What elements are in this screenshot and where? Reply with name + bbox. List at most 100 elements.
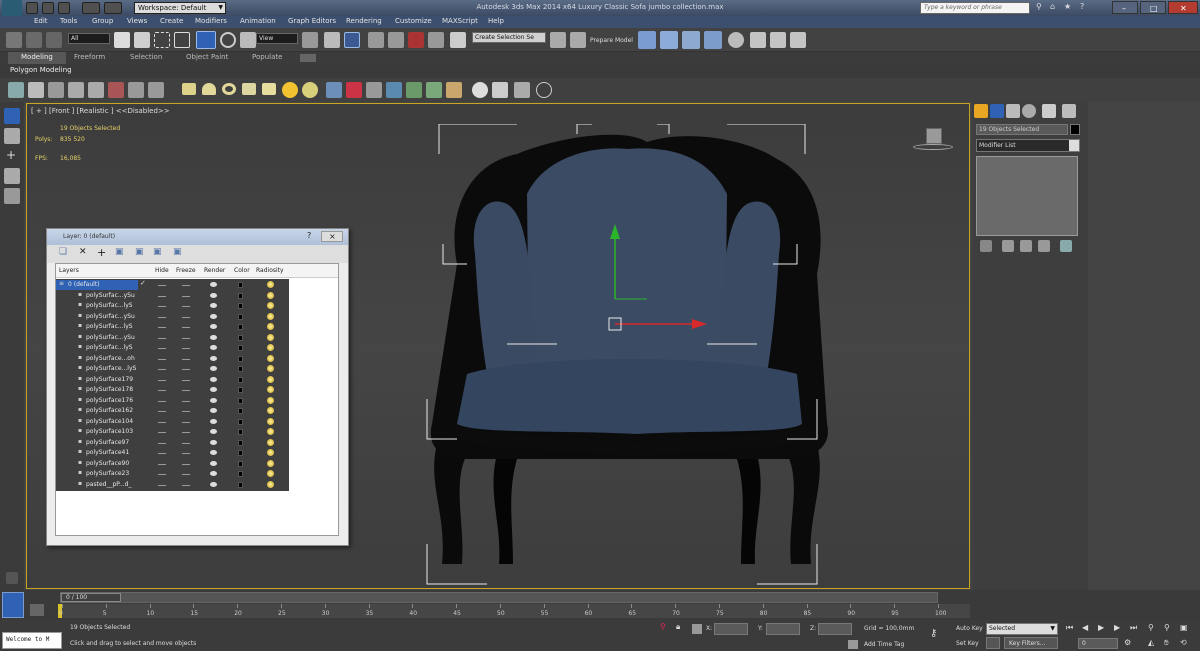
object-name[interactable]: polySurface23 (86, 470, 129, 477)
exposure-icon[interactable] (128, 82, 144, 98)
close-button[interactable]: ✕ (1168, 1, 1198, 14)
help-icon[interactable]: ? (1080, 3, 1084, 11)
tab-selection[interactable]: Selection (130, 54, 162, 61)
radiosity-bulb-icon[interactable] (267, 470, 274, 477)
freeze-toggle[interactable] (182, 295, 190, 297)
layer-row[interactable]: ▪ polySurface...oh (56, 354, 289, 365)
render-teapot-icon[interactable] (210, 313, 217, 319)
freeze-toggle[interactable] (182, 400, 190, 402)
dialog-help-button[interactable]: ? (307, 232, 311, 240)
current-layer-check-icon[interactable]: ✓ (140, 280, 146, 287)
render-teapot-icon[interactable] (210, 366, 217, 371)
material-sphere-icon[interactable] (472, 82, 488, 98)
color-swatch[interactable] (238, 376, 243, 383)
biped-icon[interactable] (386, 82, 402, 98)
align-icon[interactable] (570, 32, 586, 48)
named-selection-dropdown[interactable]: Create Selection Se (472, 32, 546, 43)
zoom-all-icon[interactable]: ⚲ (1164, 624, 1170, 632)
object-name[interactable]: polySurface90 (86, 460, 129, 467)
render-teapot-icon[interactable] (210, 355, 217, 361)
layer-row[interactable]: ▪ pasted__pP...d_ (56, 480, 289, 491)
freeze-toggle[interactable] (182, 379, 190, 381)
box-primitive-icon[interactable] (182, 83, 196, 95)
bone-icon[interactable] (346, 82, 362, 98)
torus-primitive-icon[interactable] (222, 83, 236, 95)
viewport-label[interactable]: [ + ] [Front ] [Realistic ] <<Disabled>> (31, 108, 170, 115)
previous-frame-icon[interactable]: ◀ (1082, 624, 1088, 632)
y-coordinate-field[interactable] (766, 623, 800, 635)
freeze-toggle[interactable] (182, 432, 190, 433)
menu-tools[interactable]: Tools (60, 18, 77, 25)
render-teapot-icon[interactable] (210, 387, 217, 392)
environment-icon[interactable] (88, 82, 104, 98)
tab-modeling[interactable]: Modeling (8, 52, 66, 64)
layer-row[interactable]: ▪ polySurface23 (56, 469, 289, 480)
object-name[interactable]: polySurface103 (86, 428, 133, 435)
color-swatch[interactable] (238, 292, 243, 299)
layer-row[interactable]: ▪ polySurface178 (56, 385, 289, 396)
radiosity-bulb-icon[interactable] (267, 480, 274, 488)
menu-rendering[interactable]: Rendering (346, 18, 382, 25)
layer-row[interactable]: ▪ polySurface...lyS (56, 364, 289, 375)
tab-freeform[interactable]: Freeform (74, 54, 105, 61)
particle-flow-icon[interactable] (326, 82, 342, 98)
freeze-toggle[interactable] (182, 358, 190, 360)
zoom-icon[interactable] (4, 168, 20, 184)
auto-key-button[interactable]: Auto Key (956, 626, 983, 632)
mirror-icon[interactable] (550, 32, 566, 48)
dialog-title-bar[interactable]: Layer: 0 (default) ? × (47, 229, 348, 245)
delete-layer-icon[interactable]: ✕ (79, 248, 87, 257)
render-teapot-icon[interactable] (210, 471, 217, 476)
menu-create[interactable]: Create (160, 18, 183, 25)
color-swatch[interactable] (238, 324, 243, 330)
sofa-model[interactable] (407, 124, 867, 590)
ribbon-options-button[interactable] (300, 54, 316, 62)
display-tab-icon[interactable] (1042, 104, 1056, 118)
select-by-name-icon[interactable] (134, 32, 150, 48)
plant-icon[interactable] (426, 82, 442, 98)
select-and-rotate-icon[interactable] (220, 32, 236, 48)
layer-manager-icon[interactable] (638, 31, 656, 49)
freeze-toggle[interactable] (182, 337, 190, 339)
rendered-frame-icon[interactable] (770, 32, 786, 48)
x-coordinate-field[interactable] (714, 623, 748, 635)
modify-tab-icon[interactable] (990, 104, 1004, 118)
edit-named-selection-icon[interactable] (450, 32, 466, 48)
radiosity-bulb-icon[interactable] (267, 323, 274, 330)
color-swatch[interactable] (238, 334, 243, 341)
layer-row[interactable]: ▪ polySurface104 (56, 417, 289, 428)
rectangular-selection-icon[interactable] (154, 32, 170, 48)
schematic-view-icon[interactable] (704, 31, 722, 49)
layer-row[interactable]: ▪ polySurface162 (56, 406, 289, 417)
layer-row[interactable]: ▪ polySurface97 (56, 438, 289, 449)
next-frame-icon[interactable]: ▶ (1114, 624, 1120, 632)
menu-views[interactable]: Views (127, 18, 147, 25)
add-time-tag[interactable]: Add Time Tag (864, 642, 904, 648)
layers-icon[interactable] (4, 128, 20, 144)
freeze-toggle[interactable] (182, 453, 190, 454)
col-color[interactable]: Color (234, 267, 250, 274)
object-name[interactable]: polySurface...oh (86, 355, 135, 362)
select-and-scale-icon[interactable] (240, 32, 256, 48)
render-setup-icon[interactable] (750, 32, 766, 48)
render-teapot-icon[interactable] (210, 408, 217, 413)
create-layer-icon[interactable]: ❏ (59, 248, 67, 257)
track-bar-toggle[interactable] (30, 604, 44, 616)
freeze-toggle[interactable] (182, 306, 190, 307)
color-swatch[interactable] (238, 282, 243, 288)
binoculars-icon[interactable]: ⚲ (1036, 3, 1042, 11)
dialog-close-button[interactable]: × (321, 231, 343, 242)
layer-row-default[interactable]: ≡ 0 (default) ✓ (56, 280, 289, 291)
color-swatch[interactable] (238, 355, 243, 362)
freeze-toggle[interactable] (182, 411, 190, 412)
color-swatch[interactable] (238, 408, 243, 414)
modifier-stack[interactable] (976, 156, 1078, 236)
object-name[interactable]: polySurfac...lyS (86, 302, 133, 309)
layer-row[interactable]: ▪ polySurfac...lyS (56, 301, 289, 312)
sky-icon[interactable] (148, 82, 164, 98)
key-filters-button[interactable]: Key Filters... (1004, 637, 1058, 649)
time-slider[interactable]: 0 / 100 (60, 592, 938, 603)
render-teapot-icon[interactable] (210, 334, 217, 340)
hide-toggle[interactable] (158, 463, 166, 465)
hide-toggle[interactable] (158, 484, 166, 486)
